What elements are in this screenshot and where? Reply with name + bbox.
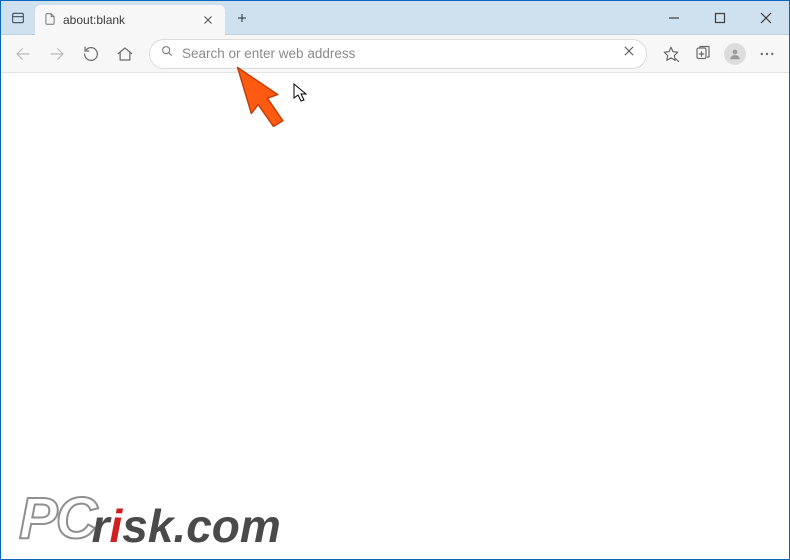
back-button[interactable] [7,38,39,70]
tab-close-button[interactable] [201,13,215,27]
refresh-button[interactable] [75,38,107,70]
address-bar[interactable] [149,39,647,69]
window-controls [651,1,789,34]
browser-window: about:blank [0,0,790,560]
favorites-button[interactable] [655,38,687,70]
window-close-button[interactable] [743,1,789,35]
new-tab-button[interactable] [225,1,259,35]
page-icon [43,12,57,29]
titlebar-drag-area[interactable] [259,1,651,34]
address-input[interactable] [182,46,614,61]
tab-title: about:blank [63,13,195,27]
tab-actions-button[interactable] [1,1,35,35]
search-icon [160,44,174,63]
toolbar-right [655,38,783,70]
toolbar [1,35,789,73]
clear-input-icon[interactable] [622,44,636,63]
home-button[interactable] [109,38,141,70]
collections-button[interactable] [687,38,719,70]
forward-button[interactable] [41,38,73,70]
titlebar: about:blank [1,1,789,35]
profile-button[interactable] [724,43,746,65]
window-maximize-button[interactable] [697,1,743,35]
more-button[interactable] [751,38,783,70]
window-minimize-button[interactable] [651,1,697,35]
page-content [2,74,788,558]
browser-tab[interactable]: about:blank [35,5,225,35]
